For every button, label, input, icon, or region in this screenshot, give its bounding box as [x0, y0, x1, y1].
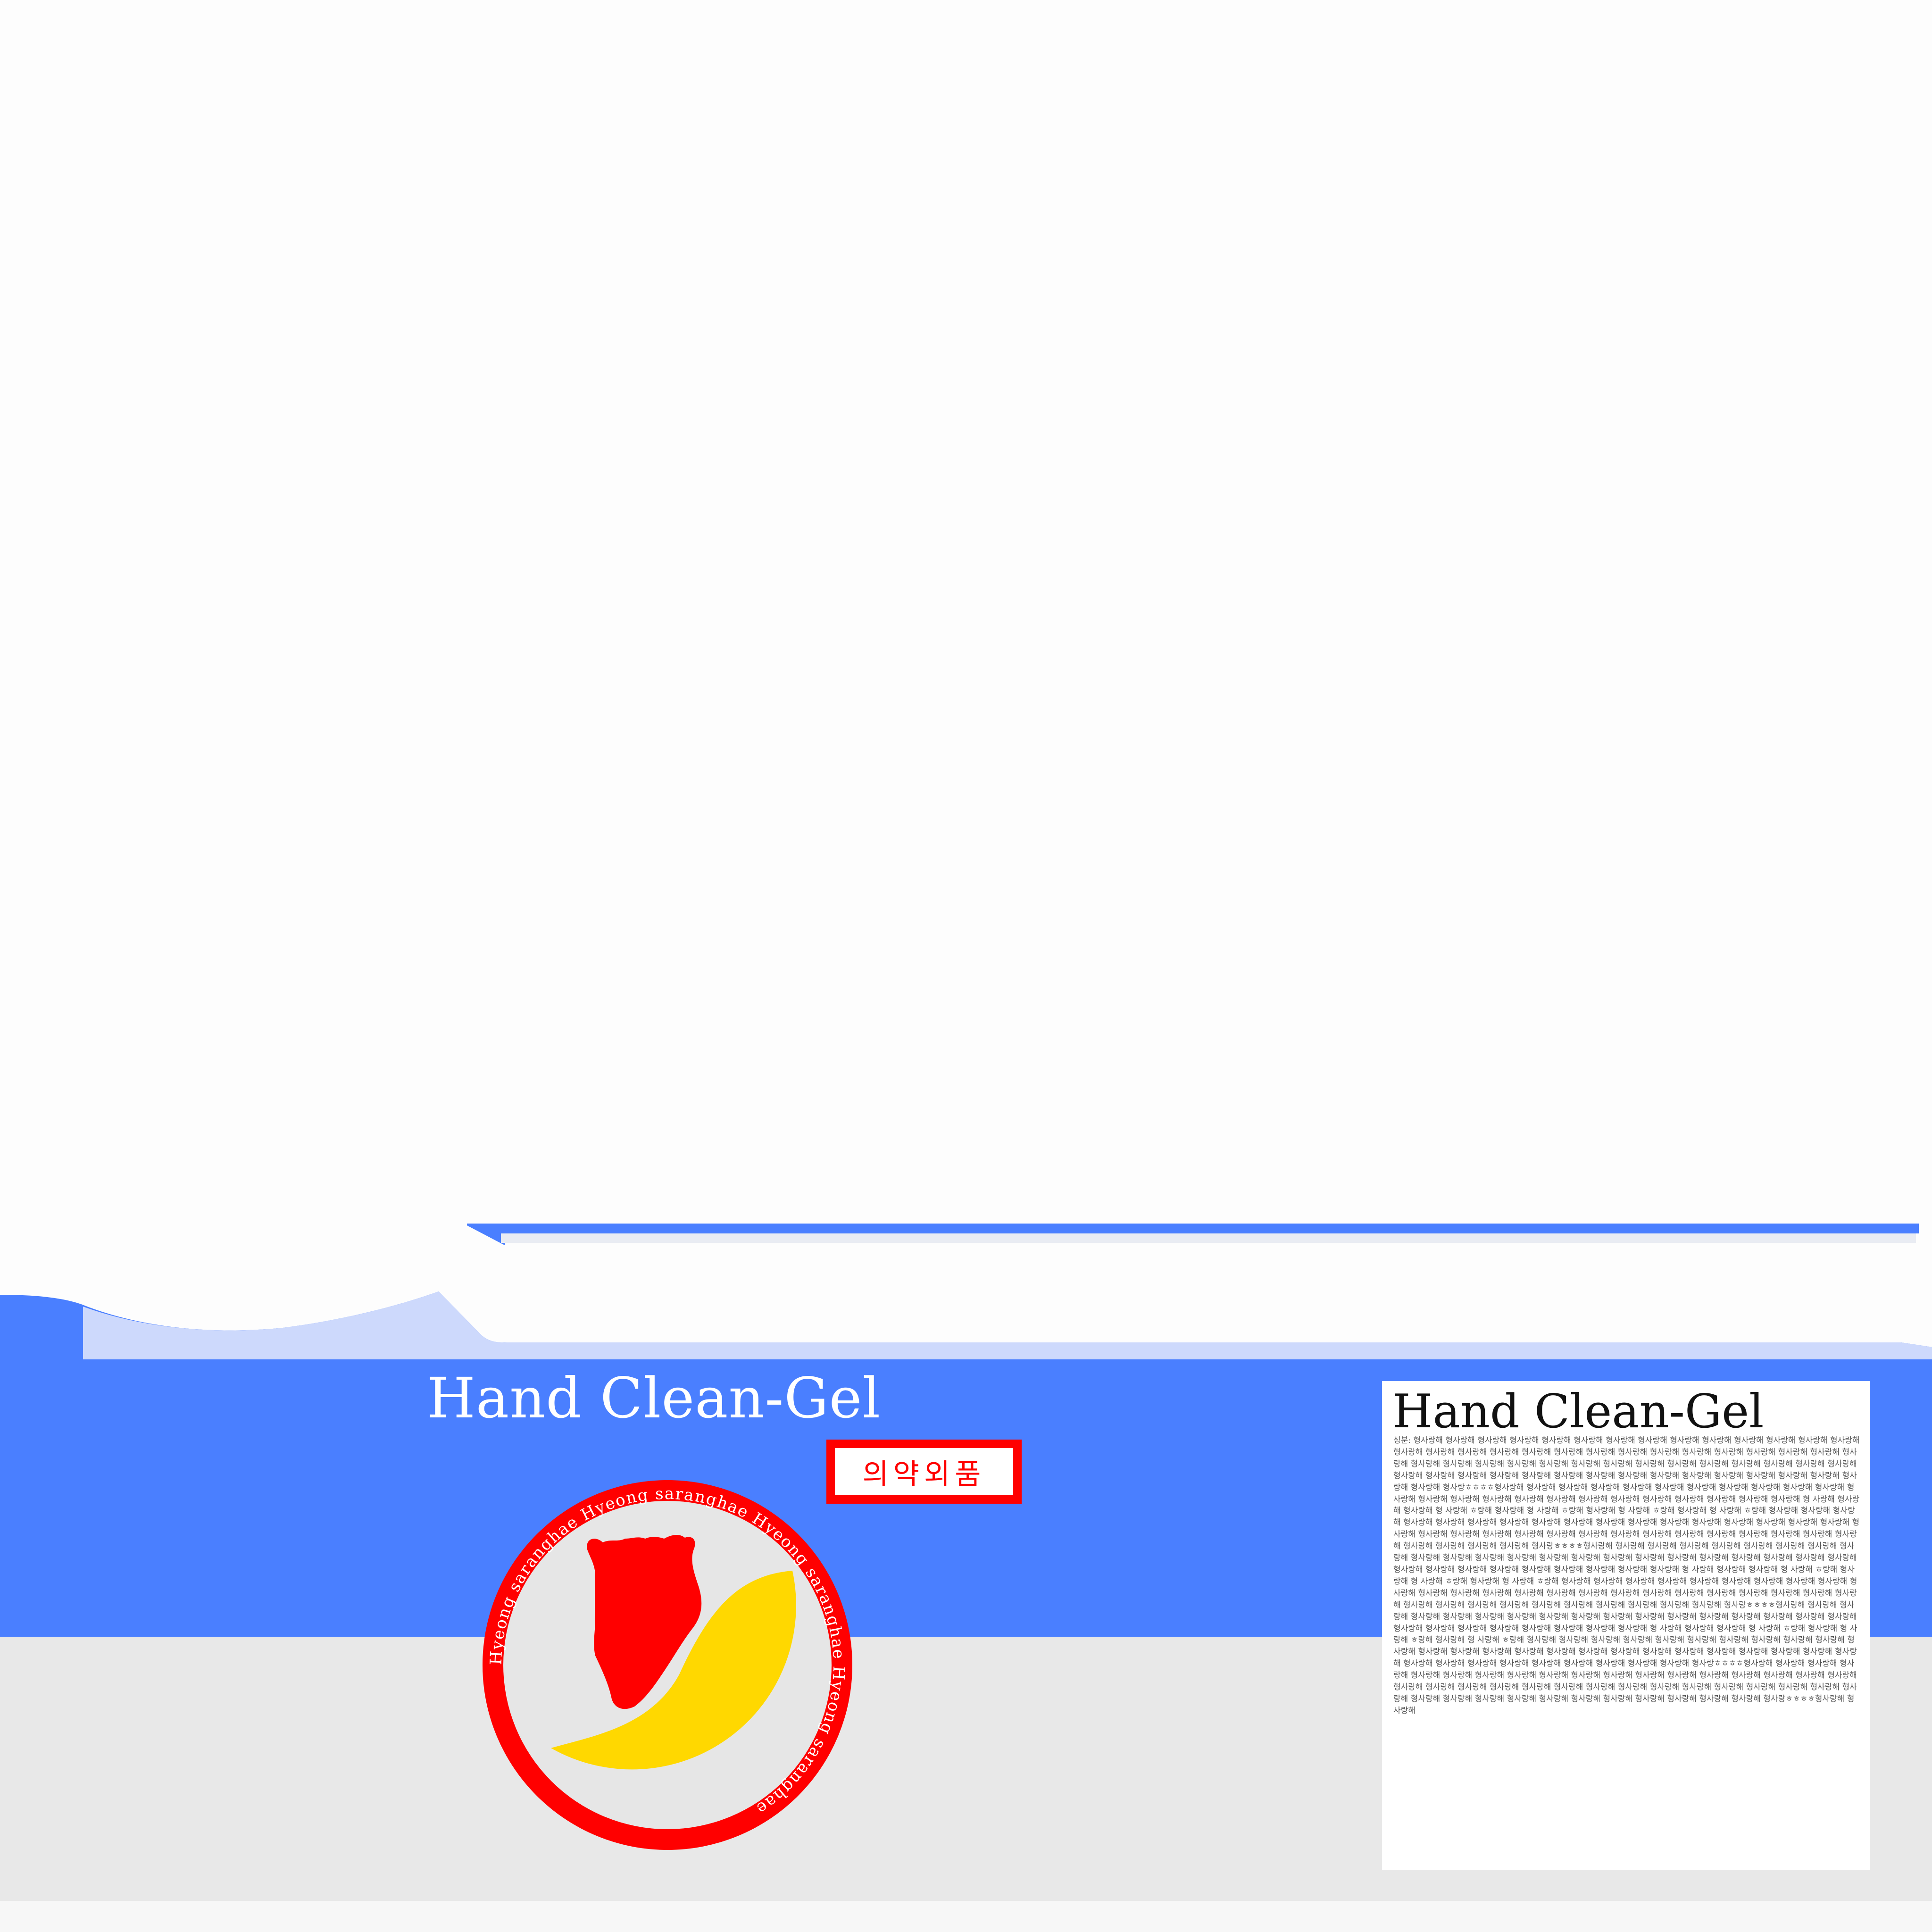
info-panel-title: Hand Clean-Gel	[1392, 1385, 1764, 1439]
bottom-strip	[0, 1901, 1932, 1932]
info-panel-ingredients-text: 성분: 형사랑해 형사랑해 형사랑해 형사랑해 형사랑해 형사랑해 형사랑해 형…	[1393, 1436, 1860, 1715]
quasi-drug-badge: 의약외품	[826, 1440, 1022, 1504]
lid-shadow	[501, 1233, 1916, 1243]
info-panel: Hand Clean-Gel 성분: 형사랑해 형사랑해 형사랑해 형사랑해 형…	[1382, 1381, 1870, 1870]
product-name: Hand Clean-Gel	[427, 1366, 881, 1431]
quasi-drug-label: 의약외품	[835, 1448, 1013, 1495]
seal: Hyeong saranghae Hyeong saranghae Hyeong…	[483, 1480, 852, 1850]
